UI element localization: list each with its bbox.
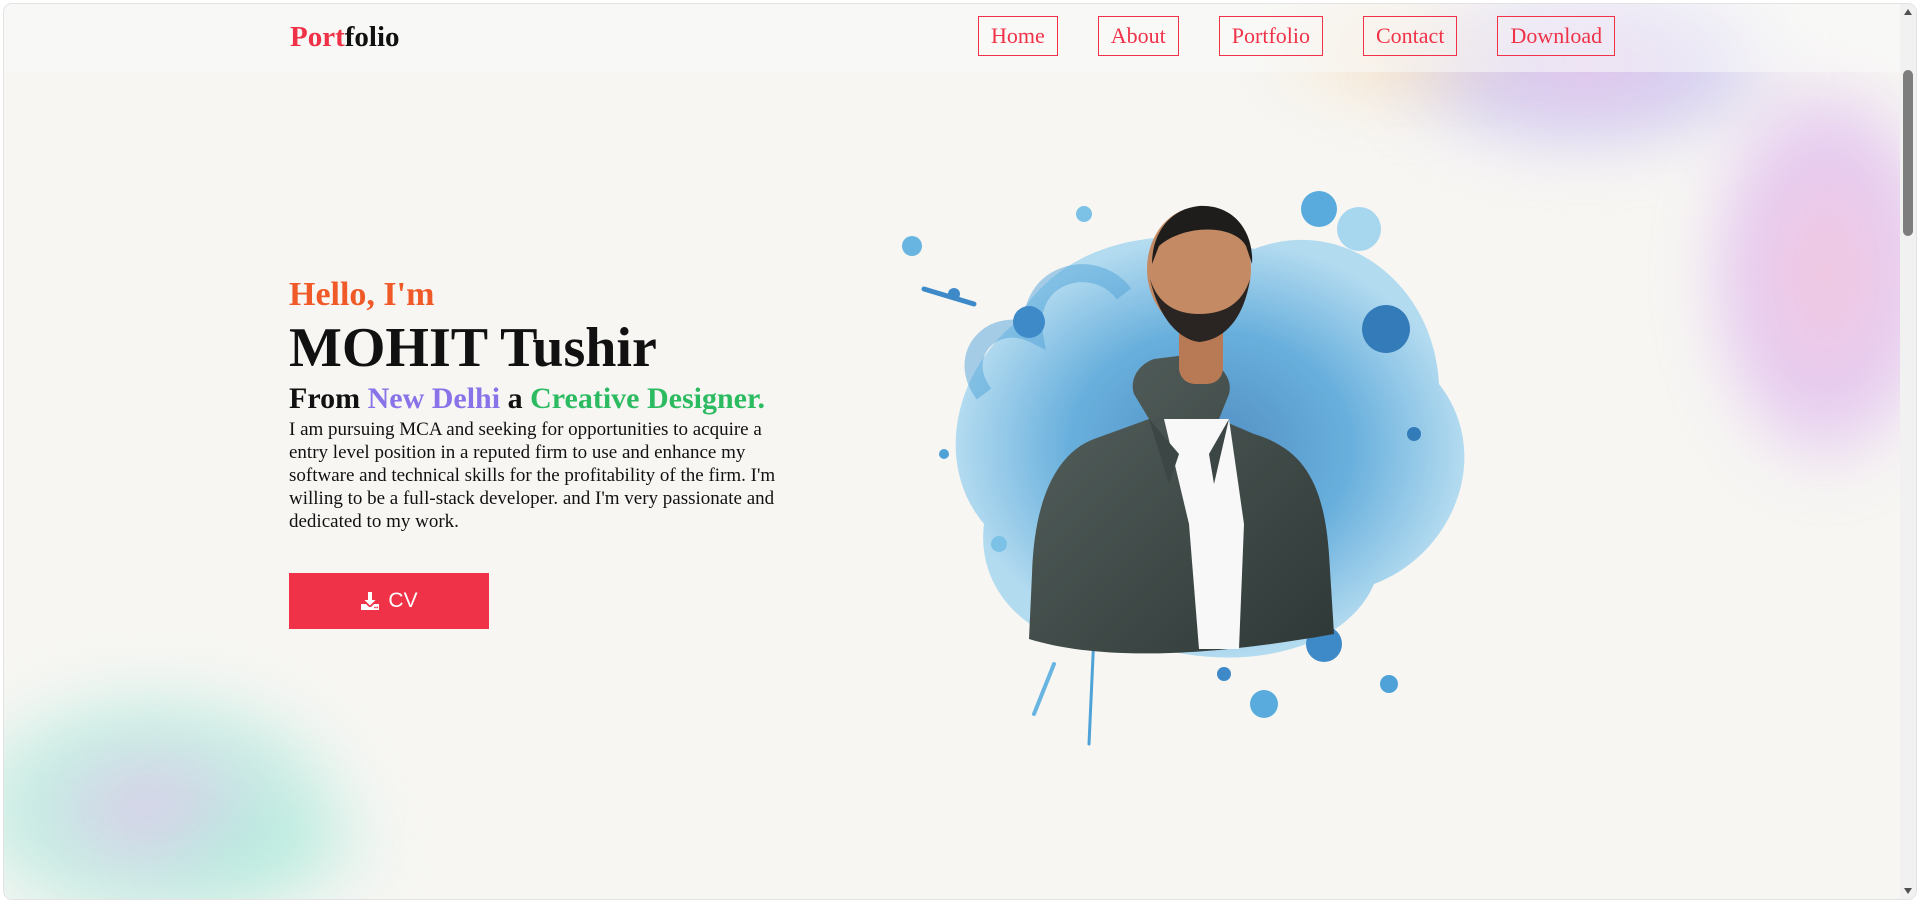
nav-about[interactable]: About (1097, 16, 1179, 56)
site-header: Portfolio Home About Portfolio Contact D… (4, 4, 1900, 72)
page-viewport: Portfolio Home About Portfolio Contact D… (4, 4, 1916, 899)
logo-text: folio (344, 21, 400, 53)
tagline-city: New Delhi (367, 382, 501, 415)
hero-name: MOHIT Tushir (289, 317, 657, 379)
hero-greeting: Hello, I'm (289, 276, 435, 313)
nav-portfolio[interactable]: Portfolio (1218, 16, 1323, 56)
nav-home[interactable]: Home (978, 16, 1058, 56)
download-cv-button[interactable]: CV (289, 573, 489, 629)
vertical-scrollbar[interactable] (1900, 4, 1916, 899)
scroll-up-arrow-icon[interactable] (1900, 4, 1916, 20)
profile-portrait (902, 191, 1465, 746)
scroll-down-arrow-icon[interactable] (1900, 883, 1916, 899)
nav-download[interactable]: Download (1497, 16, 1616, 56)
tagline-role: Creative Designer. (530, 382, 766, 415)
tagline-joiner: a (500, 382, 531, 415)
site-logo[interactable]: Portfolio (290, 21, 400, 54)
main-nav: Home About Portfolio Contact Download (978, 16, 1616, 56)
nav-contact[interactable]: Contact (1363, 16, 1458, 56)
scrollbar-thumb[interactable] (1903, 70, 1913, 236)
hero-description: I am pursuing MCA and seeking for opport… (289, 419, 776, 532)
hero-section: Hello, I'm MOHIT Tushir From New Delhi a… (289, 274, 809, 629)
cv-button-label: CV (388, 589, 418, 612)
hero-tagline: From New Delhi a Creative Designer. (289, 381, 809, 417)
download-icon (361, 592, 380, 610)
logo-accent-text: Port (290, 21, 345, 53)
tagline-from: From (289, 382, 368, 415)
